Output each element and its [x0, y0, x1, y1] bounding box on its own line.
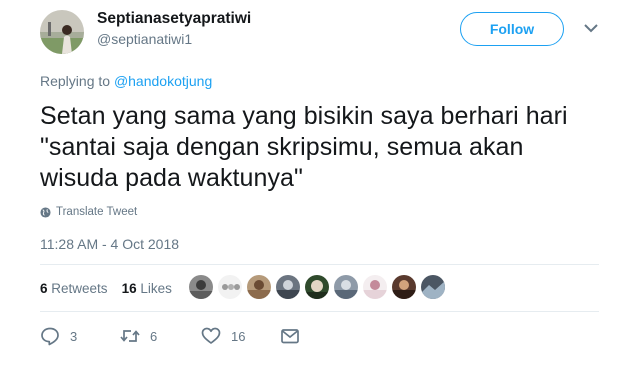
divider: [40, 264, 599, 265]
replying-to-link[interactable]: @handokotjung: [114, 73, 212, 89]
author-display-name[interactable]: Septianasetyapratiwi: [97, 10, 251, 28]
reply-count: 3: [70, 328, 78, 344]
envelope-icon: [281, 329, 299, 344]
tweet-text: Setan yang sama yang bisikin saya berhar…: [40, 102, 568, 192]
direct-message-button[interactable]: [280, 326, 300, 346]
author-avatar[interactable]: [40, 10, 84, 54]
replying-to: Replying to @handokotjung: [40, 73, 212, 89]
likes-label: Likes: [140, 281, 172, 296]
retweets-stat[interactable]: 6 Retweets: [40, 281, 108, 296]
avatar[interactable]: [305, 275, 329, 299]
likes-count: 16: [121, 281, 137, 296]
retweet-count: 6: [150, 328, 158, 344]
avatar[interactable]: [334, 275, 358, 299]
avatar[interactable]: [392, 275, 416, 299]
retweets-count: 6: [40, 281, 48, 296]
translate-tweet-label: Translate Tweet: [56, 206, 138, 218]
divider: [40, 311, 599, 312]
replying-to-label: Replying to: [40, 73, 111, 89]
author-handle[interactable]: @septianatiwi1: [97, 31, 192, 47]
avatar[interactable]: [247, 275, 271, 299]
tweet-actions: 3 6 16: [40, 326, 370, 348]
reply-button[interactable]: 3: [40, 326, 77, 346]
liker-avatars: [189, 275, 445, 299]
like-button[interactable]: 16: [201, 326, 245, 346]
follow-button[interactable]: Follow: [460, 12, 564, 46]
tweet-timestamp[interactable]: 11:28 AM - 4 Oct 2018: [40, 236, 179, 252]
avatar[interactable]: [189, 275, 213, 299]
retweet-button[interactable]: 6: [120, 326, 157, 346]
avatar[interactable]: [218, 275, 242, 299]
avatar[interactable]: [421, 275, 445, 299]
chevron-down-icon[interactable]: [583, 22, 599, 34]
globe-icon: [40, 206, 51, 218]
retweets-label: Retweets: [51, 281, 108, 296]
avatar[interactable]: [276, 275, 300, 299]
retweet-icon: [120, 330, 140, 342]
avatar[interactable]: [363, 275, 387, 299]
translate-tweet[interactable]: Translate Tweet: [40, 206, 137, 218]
reply-icon: [41, 327, 59, 346]
likes-stat[interactable]: 16 Likes: [122, 281, 172, 296]
tweet-stats: 6 Retweets 16 Likes: [40, 281, 172, 296]
like-count: 16: [231, 328, 246, 344]
heart-icon: [201, 327, 221, 344]
